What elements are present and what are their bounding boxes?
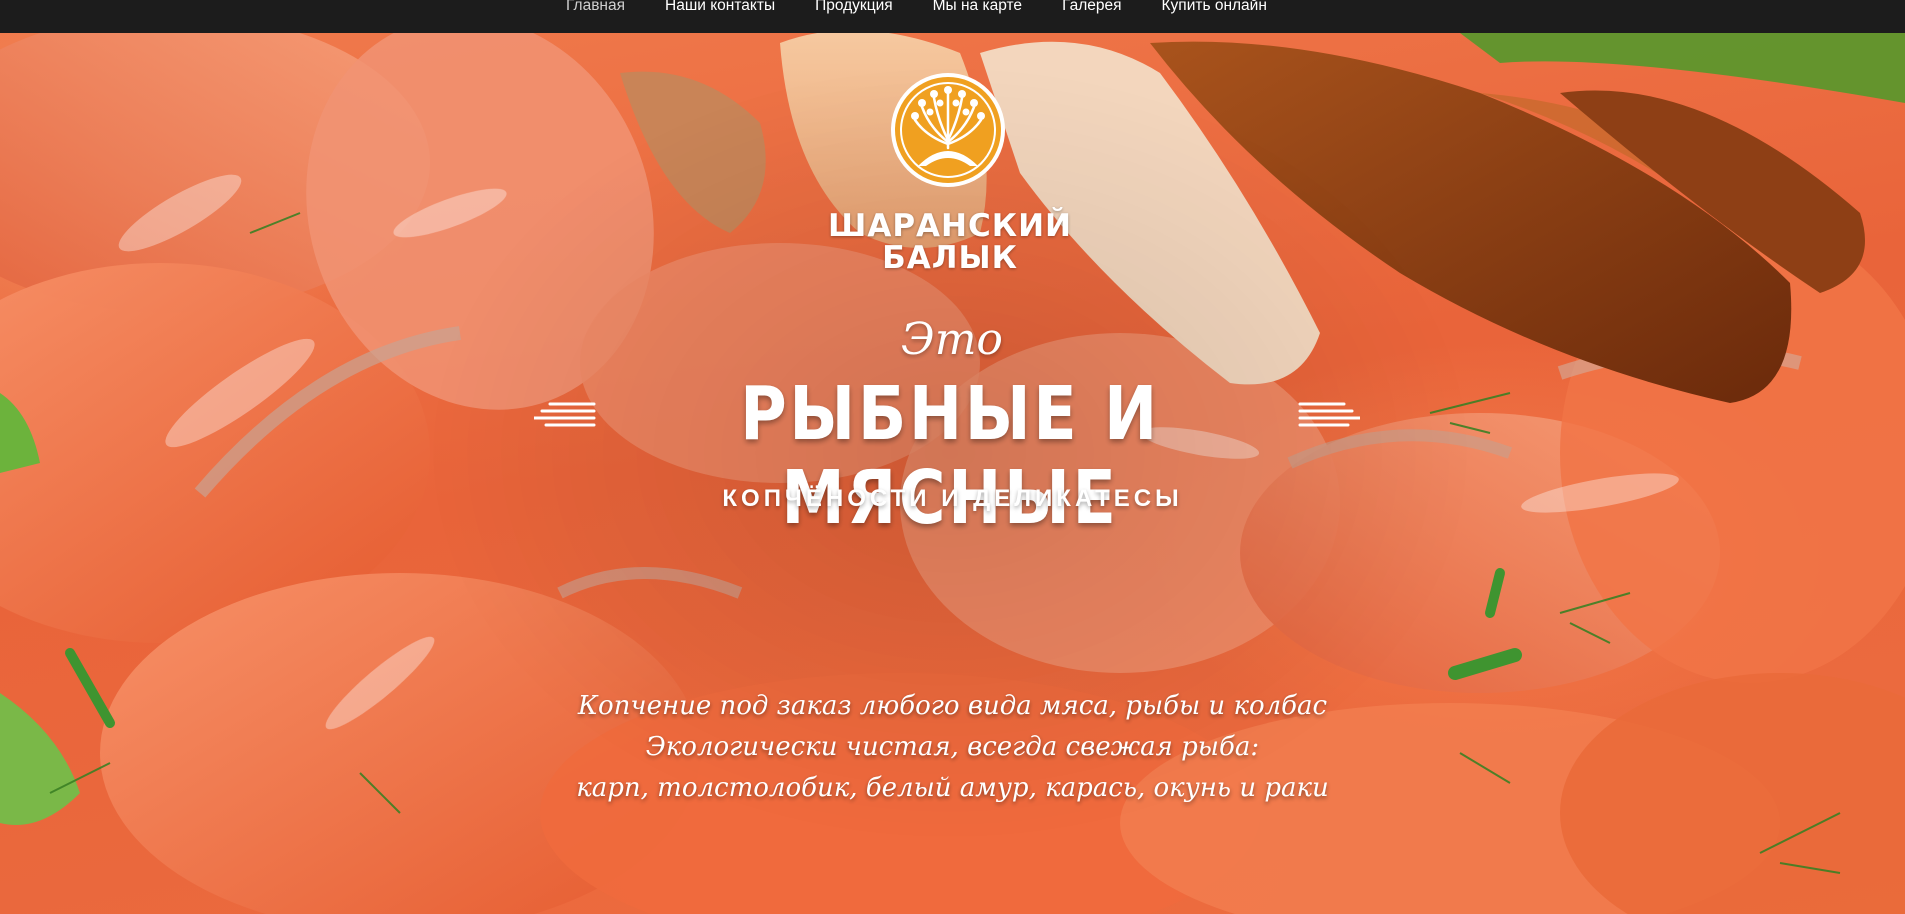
nav-item-products[interactable]: Продукция [815,0,893,15]
nav-item-gallery[interactable]: Галерея [1062,0,1121,15]
description: Копчение под заказ любого вида мяса, рыб… [560,686,1345,809]
description-line-1: Копчение под заказ любого вида мяса, рыб… [577,691,1328,721]
top-navigation: Главная Наши контакты Продукция Мы на ка… [0,0,1905,33]
brand-name-line1: ШАРАНСКИЙ [828,208,1072,244]
brand-name-line2: БАЛЫК [882,240,1018,276]
tree-sun-icon[interactable] [888,70,1008,190]
nav-item-map[interactable]: Мы на карте [933,0,1022,15]
speed-lines-left-icon [534,402,596,427]
main-headline: РЫБНЫЕ И МЯСНЫЕ [740,371,1160,541]
subheadline: КОПЧЁНОСТИ И ДЕЛИКАТЕСЫ [722,485,1183,512]
headline-row: РЫБНЫЕ И МЯСНЫЕ [520,372,1385,540]
description-line-3: карп, толстолобик, белый амур, карась, о… [576,773,1329,803]
intro-text: Это [901,314,1003,365]
speed-lines-right-icon [1298,402,1360,427]
nav-item-buy-online[interactable]: Купить онлайн [1162,0,1267,15]
brand-name: ШАРАНСКИЙ БАЛЫК [760,210,1140,274]
nav-item-home[interactable]: Главная [566,0,625,15]
description-line-2: Экологически чистая, всегда свежая рыба: [645,732,1260,762]
nav-item-contacts[interactable]: Наши контакты [665,0,775,15]
nav-menu: Главная Наши контакты Продукция Мы на ка… [566,0,1307,15]
